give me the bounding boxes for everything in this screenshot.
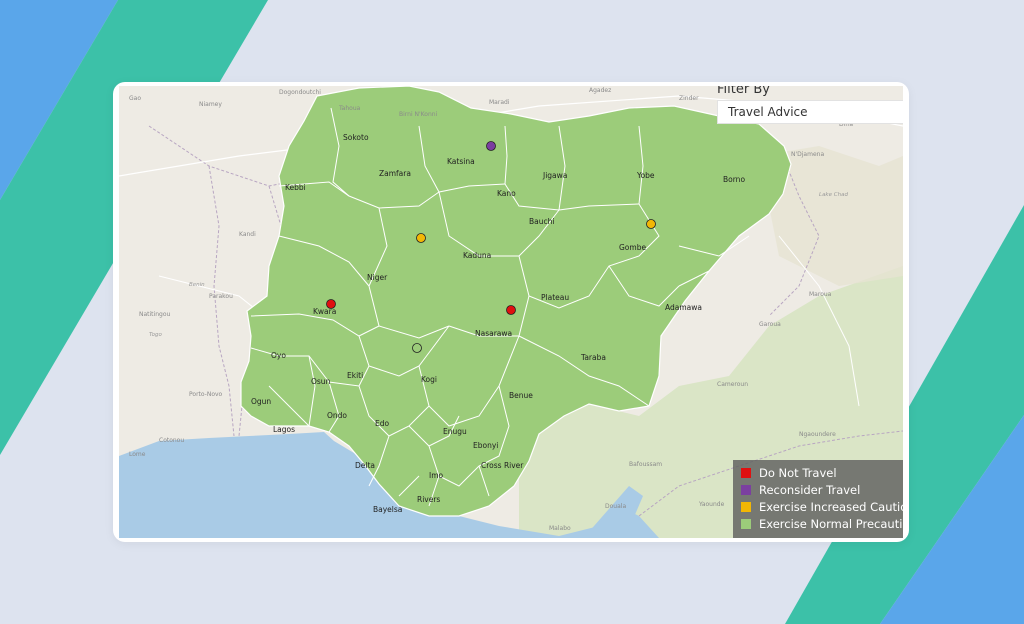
state-label: Kaduna: [463, 251, 491, 260]
svg-text:Tahoua: Tahoua: [338, 105, 361, 112]
svg-text:Maradi: Maradi: [489, 99, 510, 106]
marker-kogi[interactable]: [412, 343, 422, 353]
state-label: Ekiti: [347, 371, 363, 380]
marker-kaduna[interactable]: [416, 233, 426, 243]
travel-advice-map[interactable]: Sokoto Zamfara Katsina Kano Jigawa Yobe …: [119, 86, 903, 538]
svg-text:Togo: Togo: [149, 332, 163, 338]
state-label: Yobe: [636, 171, 655, 180]
svg-text:Natitingou: Natitingou: [139, 311, 170, 318]
svg-text:Birni N'Konni: Birni N'Konni: [399, 111, 438, 118]
svg-text:Maroua: Maroua: [809, 291, 832, 298]
legend-swatch: [741, 501, 751, 512]
svg-text:Douala: Douala: [605, 503, 626, 510]
state-label: Ogun: [251, 397, 271, 406]
legend-item: Reconsider Travel: [741, 481, 903, 498]
legend-item: Exercise Increased Cautio: [741, 498, 903, 515]
svg-text:Cotonou: Cotonou: [159, 437, 184, 444]
svg-text:Kandi: Kandi: [239, 231, 256, 238]
state-label: Osun: [311, 377, 331, 386]
state-label: Cross River: [481, 461, 524, 470]
state-label: Kogi: [421, 375, 437, 384]
legend-item: Do Not Travel: [741, 464, 903, 481]
state-label: Borno: [723, 175, 745, 184]
state-label: Oyo: [271, 351, 286, 360]
state-label: Enugu: [443, 427, 467, 436]
legend-label: Exercise Increased Cautio: [759, 499, 903, 514]
state-label: Rivers: [417, 495, 440, 504]
state-label: Delta: [355, 461, 375, 470]
svg-text:Yaounde: Yaounde: [698, 501, 725, 508]
state-label: Lagos: [273, 425, 295, 434]
svg-text:Niamey: Niamey: [199, 101, 222, 108]
legend-label: Reconsider Travel: [759, 482, 861, 497]
marker-plateau[interactable]: [506, 305, 516, 315]
legend-swatch: [741, 467, 751, 478]
legend-swatch: [741, 518, 751, 529]
state-label: Edo: [375, 419, 389, 428]
map-card: Sokoto Zamfara Katsina Kano Jigawa Yobe …: [113, 82, 909, 542]
state-label: Bauchi: [529, 217, 554, 226]
state-label: Ebonyi: [473, 441, 498, 450]
svg-text:Ngaoundere: Ngaoundere: [799, 431, 836, 438]
state-label: Zamfara: [379, 169, 411, 178]
filter-label: Filter By: [717, 86, 770, 97]
legend-swatch: [741, 484, 751, 495]
state-label: Bayelsa: [373, 505, 402, 514]
map-legend: Do Not Travel Reconsider Travel Exercise…: [733, 460, 903, 538]
marker-katsina[interactable]: [486, 141, 496, 151]
legend-item: Exercise Normal Precautic: [741, 515, 903, 532]
svg-text:Lake Chad: Lake Chad: [819, 192, 848, 198]
state-label: Taraba: [580, 353, 606, 362]
legend-label: Do Not Travel: [759, 465, 837, 480]
svg-text:Parakou: Parakou: [209, 293, 233, 300]
svg-text:Benin: Benin: [189, 282, 205, 288]
marker-kwara[interactable]: [326, 299, 336, 309]
state-label: Benue: [509, 391, 533, 400]
legend-label: Exercise Normal Precautic: [759, 516, 903, 531]
state-label: Sokoto: [343, 133, 369, 142]
state-label: Gombe: [619, 243, 646, 252]
svg-text:Cameroun: Cameroun: [717, 381, 748, 388]
svg-text:Agadez: Agadez: [589, 87, 611, 94]
state-label: Nasarawa: [475, 329, 512, 338]
svg-text:Zinder: Zinder: [679, 95, 699, 102]
svg-text:Malabo: Malabo: [549, 525, 571, 532]
state-label: Ondo: [327, 411, 347, 420]
state-label: Katsina: [447, 157, 475, 166]
svg-text:Gao: Gao: [129, 95, 141, 102]
state-label: Adamawa: [665, 303, 702, 312]
state-label: Imo: [429, 471, 444, 480]
marker-gombe[interactable]: [646, 219, 656, 229]
svg-text:Bafoussam: Bafoussam: [629, 461, 662, 468]
state-label: Niger: [367, 273, 388, 282]
svg-text:N'Djamena: N'Djamena: [791, 151, 824, 158]
filter-select[interactable]: Travel Advice: [717, 100, 903, 124]
state-label: Kebbi: [285, 183, 306, 192]
state-label: Kano: [497, 189, 516, 198]
svg-text:Garoua: Garoua: [759, 321, 781, 328]
svg-text:Dogondoutchi: Dogondoutchi: [279, 89, 321, 96]
state-label: Jigawa: [542, 171, 567, 180]
svg-text:Porto-Novo: Porto-Novo: [189, 391, 223, 398]
state-label: Plateau: [541, 293, 569, 302]
svg-text:Lome: Lome: [129, 451, 146, 458]
